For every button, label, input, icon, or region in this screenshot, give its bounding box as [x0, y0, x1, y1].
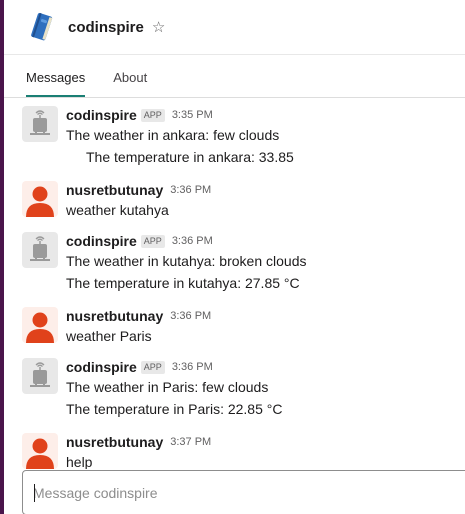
- message-text: The temperature in ankara: 33.85: [86, 149, 294, 165]
- star-outline-icon[interactable]: ☆: [152, 20, 165, 35]
- user-avatar-icon[interactable]: [22, 181, 58, 217]
- app-title: codinspire: [68, 18, 144, 36]
- user-avatar-icon[interactable]: [22, 307, 58, 343]
- message-text: weather Paris: [66, 328, 152, 344]
- message-text: The temperature in Paris: 22.85 °C: [66, 401, 283, 417]
- sender-name[interactable]: codinspire: [66, 233, 137, 249]
- tab-bar: Messages About: [4, 55, 465, 98]
- message-timestamp[interactable]: 3:37 PM: [170, 436, 211, 448]
- tab-messages[interactable]: Messages: [26, 70, 86, 97]
- message-timestamp[interactable]: 3:36 PM: [170, 310, 211, 322]
- sender-name[interactable]: nusretbutunay: [66, 182, 163, 198]
- message-timestamp[interactable]: 3:35 PM: [172, 109, 213, 121]
- text-caret: [34, 484, 35, 502]
- message-text: The weather in Paris: few clouds: [66, 379, 269, 395]
- app-badge: APP: [140, 108, 165, 122]
- tab-about[interactable]: About: [113, 70, 147, 97]
- message-text: The temperature in kutahya: 27.85 °C: [66, 275, 300, 291]
- app-badge: APP: [140, 234, 165, 248]
- sender-name[interactable]: nusretbutunay: [66, 434, 163, 450]
- robot-icon[interactable]: [22, 358, 58, 394]
- message-text: The weather in kutahya: broken clouds: [66, 253, 307, 269]
- notebook-icon: [31, 12, 53, 41]
- sender-name[interactable]: codinspire: [66, 359, 137, 375]
- user-avatar-icon[interactable]: [22, 433, 58, 469]
- app-header: codinspire ☆: [4, 0, 465, 55]
- message-text: help: [66, 454, 93, 469]
- message-composer[interactable]: [22, 470, 465, 514]
- message-text: weather kutahya: [66, 202, 169, 218]
- message-input[interactable]: [33, 484, 465, 501]
- sender-name[interactable]: codinspire: [66, 107, 137, 123]
- robot-icon[interactable]: [22, 106, 58, 142]
- message-timestamp[interactable]: 3:36 PM: [170, 184, 211, 196]
- message-text: The weather in ankara: few clouds: [66, 127, 280, 143]
- message-timestamp[interactable]: 3:36 PM: [172, 235, 213, 247]
- message-timestamp[interactable]: 3:36 PM: [172, 361, 213, 373]
- robot-icon[interactable]: [22, 232, 58, 268]
- sender-name[interactable]: nusretbutunay: [66, 308, 163, 324]
- message-list[interactable]: codinspire APP 3:35 PM The weather in an…: [4, 98, 465, 469]
- app-badge: APP: [140, 360, 165, 374]
